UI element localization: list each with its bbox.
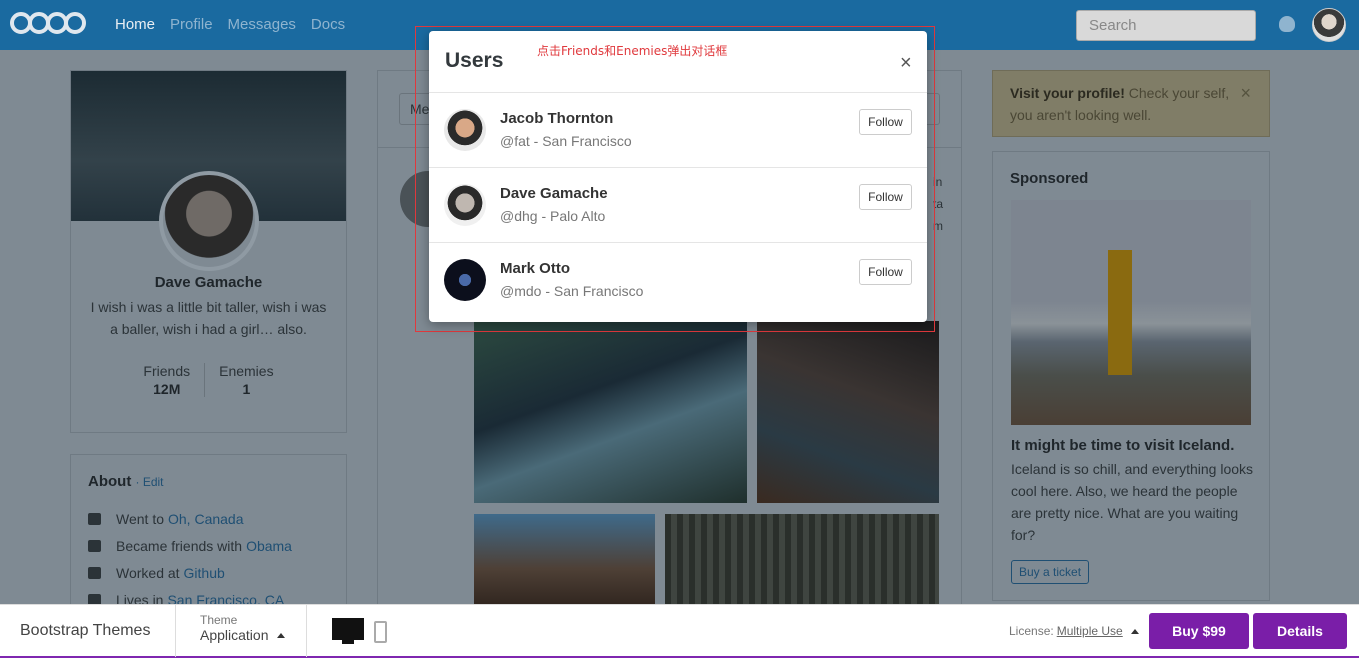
post-photo-lake[interactable] bbox=[474, 321, 747, 503]
profile-card: Dave Gamache I wish i was a little bit t… bbox=[70, 70, 347, 433]
list-item: Dave Gamache @dhg - Palo Alto Follow bbox=[429, 168, 927, 243]
buy-button[interactable]: Buy $99 bbox=[1149, 613, 1249, 649]
follow-button[interactable]: Follow bbox=[859, 259, 912, 285]
brand-name[interactable]: Bootstrap Themes bbox=[20, 622, 150, 640]
about-text: Went to bbox=[116, 510, 164, 527]
calendar-icon bbox=[88, 512, 101, 525]
post-photo-cave[interactable] bbox=[757, 321, 939, 503]
sponsored-title: Sponsored bbox=[1010, 170, 1089, 187]
license-value: Multiple Use bbox=[1056, 624, 1123, 638]
enemies-label: Enemies bbox=[219, 363, 274, 379]
about-link[interactable]: Oh, Canada bbox=[168, 511, 244, 527]
user-handle: @mdo - San Francisco bbox=[500, 283, 644, 299]
github-icon bbox=[88, 566, 101, 579]
enemies-count: 1 bbox=[242, 381, 251, 397]
profile-name[interactable]: Dave Gamache bbox=[71, 274, 346, 291]
modal-title: Users bbox=[445, 49, 504, 72]
avatar[interactable] bbox=[444, 184, 486, 226]
nav-docs[interactable]: Docs bbox=[311, 16, 345, 33]
friends-count: 12M bbox=[153, 381, 181, 397]
about-link[interactable]: Github bbox=[184, 565, 225, 581]
close-icon[interactable]: × bbox=[1240, 83, 1251, 104]
avatar[interactable] bbox=[444, 259, 486, 301]
caret-up-icon bbox=[1130, 628, 1139, 634]
alert-bold: Visit your profile! bbox=[1010, 85, 1125, 101]
about-title: About · Edit bbox=[88, 473, 164, 490]
notifications-icon[interactable] bbox=[1279, 16, 1295, 32]
friends-stat[interactable]: Friends 12M bbox=[129, 363, 204, 397]
about-list: Went to Oh, Canada Became friends with Oba… bbox=[88, 505, 292, 613]
modal-header: Users 点击Friends和Enemies弹出对话框 × bbox=[429, 31, 927, 93]
details-button[interactable]: Details bbox=[1253, 613, 1347, 649]
logo[interactable] bbox=[10, 12, 86, 34]
theme-value: Application bbox=[200, 627, 285, 643]
avatar[interactable] bbox=[1312, 8, 1346, 42]
post-photo-forest[interactable] bbox=[665, 514, 939, 614]
about-card: About · Edit Went to Oh, Canada Became fr… bbox=[70, 454, 347, 614]
user-name[interactable]: Mark Otto bbox=[500, 260, 570, 277]
follow-button[interactable]: Follow bbox=[859, 184, 912, 210]
enemies-stat[interactable]: Enemies 1 bbox=[204, 363, 287, 397]
desktop-icon[interactable] bbox=[332, 618, 364, 646]
about-heading: About bbox=[88, 473, 132, 490]
list-item: Mark Otto @mdo - San Francisco Follow bbox=[429, 243, 927, 318]
user-handle: @fat - San Francisco bbox=[500, 133, 632, 149]
sponsored-card: Sponsored It might be time to visit Icel… bbox=[992, 151, 1270, 601]
users-modal: Users 点击Friends和Enemies弹出对话框 × Jacob Tho… bbox=[429, 31, 927, 322]
search-input[interactable]: Search bbox=[1076, 10, 1256, 41]
users-icon bbox=[88, 539, 101, 552]
profile-avatar[interactable] bbox=[159, 171, 259, 271]
list-item: Worked at Github bbox=[88, 559, 292, 586]
tower-shape bbox=[1108, 250, 1132, 375]
user-name[interactable]: Jacob Thornton bbox=[500, 110, 613, 127]
buy-ticket-button[interactable]: Buy a ticket bbox=[1011, 560, 1090, 584]
about-edit-link[interactable]: · Edit bbox=[136, 475, 164, 489]
theme-label: Theme bbox=[200, 613, 238, 627]
about-text: Became friends with bbox=[116, 537, 243, 554]
profile-bio: I wish i was a little bit taller, wish i… bbox=[90, 299, 327, 337]
about-link[interactable]: Obama bbox=[246, 538, 292, 554]
list-item: Jacob Thornton @fat - San Francisco Foll… bbox=[429, 93, 927, 168]
avatar[interactable] bbox=[444, 109, 486, 151]
theme-value-text: Application bbox=[200, 627, 269, 643]
divider bbox=[306, 605, 307, 657]
sponsored-image[interactable] bbox=[1011, 200, 1251, 425]
about-text: Worked at bbox=[116, 564, 180, 581]
nav-messages[interactable]: Messages bbox=[228, 16, 296, 33]
nav-links: Home Profile Messages Docs bbox=[115, 16, 345, 33]
license-label: License: bbox=[1009, 624, 1054, 638]
list-item: Went to Oh, Canada bbox=[88, 505, 292, 532]
theme-selector[interactable]: Theme Application bbox=[200, 613, 285, 643]
user-name[interactable]: Dave Gamache bbox=[500, 185, 608, 202]
license-selector[interactable]: License: Multiple Use bbox=[1009, 624, 1139, 638]
user-handle: @dhg - Palo Alto bbox=[500, 208, 606, 224]
list-item: Became friends with Obama bbox=[88, 532, 292, 559]
close-icon[interactable]: × bbox=[900, 53, 912, 73]
profile-stats: Friends 12M Enemies 1 bbox=[71, 363, 346, 397]
friends-label: Friends bbox=[143, 363, 191, 379]
follow-button[interactable]: Follow bbox=[859, 109, 912, 135]
nav-home[interactable]: Home bbox=[115, 16, 155, 33]
caret-up-icon bbox=[276, 632, 285, 638]
annotation-text: 点击Friends和Enemies弹出对话框 bbox=[537, 44, 728, 58]
mobile-icon[interactable] bbox=[374, 621, 387, 643]
profile-alert: Visit your profile! Check your self, you… bbox=[992, 70, 1270, 137]
alert-text: Visit your profile! Check your self, you… bbox=[1010, 82, 1240, 126]
nav-profile[interactable]: Profile bbox=[170, 16, 213, 33]
divider bbox=[175, 605, 176, 657]
sponsored-body: Iceland is so chill, and everything look… bbox=[1011, 461, 1254, 543]
post-photo-building[interactable] bbox=[474, 514, 655, 614]
sponsored-headline: It might be time to visit Iceland. bbox=[1011, 437, 1235, 454]
theme-bar: Bootstrap Themes Theme Application Licen… bbox=[0, 604, 1359, 658]
